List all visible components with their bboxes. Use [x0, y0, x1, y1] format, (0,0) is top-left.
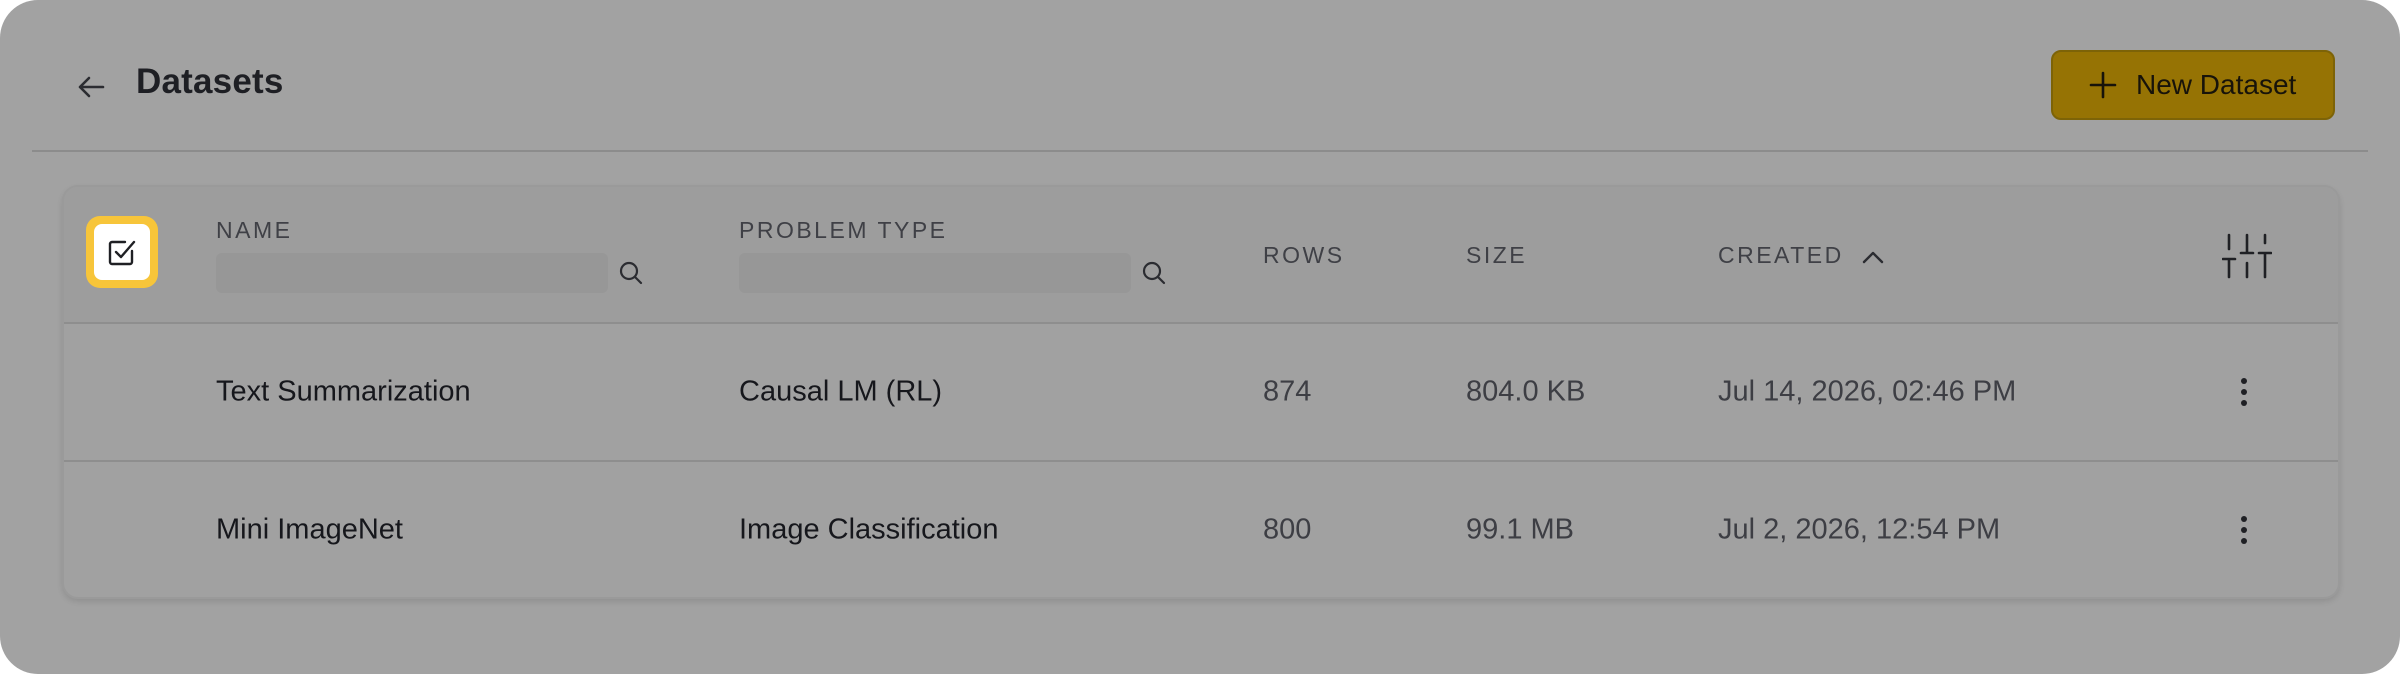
back-button[interactable] — [70, 66, 112, 108]
row-menu-button[interactable] — [2224, 372, 2264, 412]
row-menu-button[interactable] — [2224, 510, 2264, 550]
plus-icon — [2088, 70, 2118, 100]
more-vertical-icon — [2241, 378, 2247, 406]
table-header: NAME PROBLEM TYPE ROWS SIZE CREATED — [64, 187, 2338, 324]
column-header-size[interactable]: SIZE — [1466, 242, 1527, 269]
search-icon[interactable] — [1139, 258, 1169, 288]
new-dataset-button[interactable]: New Dataset — [2051, 50, 2335, 120]
dataset-size: 99.1 MB — [1466, 513, 1574, 546]
datasets-table: NAME PROBLEM TYPE ROWS SIZE CREATED Text… — [62, 185, 2340, 599]
header-divider — [32, 150, 2368, 152]
dataset-rows: 874 — [1263, 375, 1312, 408]
search-icon[interactable] — [616, 258, 646, 288]
select-all-checkbox[interactable] — [86, 216, 158, 288]
dataset-problem-type: Causal LM (RL) — [739, 375, 943, 408]
more-vertical-icon — [2241, 516, 2247, 544]
name-filter-input[interactable] — [216, 253, 608, 293]
table-row[interactable]: Text Summarization Causal LM (RL) 874 80… — [64, 324, 2338, 460]
dataset-problem-type: Image Classification — [739, 513, 999, 546]
checkbox-checked-icon — [108, 240, 136, 266]
column-header-rows[interactable]: ROWS — [1263, 242, 1345, 269]
column-header-problem-type[interactable]: PROBLEM TYPE — [739, 217, 948, 244]
page-header: Datasets New Dataset — [0, 0, 2400, 150]
column-header-created-label: CREATED — [1718, 242, 1844, 268]
column-settings-icon[interactable] — [2222, 231, 2272, 281]
table-row[interactable]: Mini ImageNet Image Classification 800 9… — [64, 460, 2338, 597]
dataset-name: Text Summarization — [216, 375, 471, 408]
dataset-rows: 800 — [1263, 513, 1312, 546]
problem-type-filter-input[interactable] — [739, 253, 1131, 293]
sort-ascending-icon — [1862, 251, 1883, 264]
dataset-created: Jul 14, 2026, 02:46 PM — [1718, 375, 2017, 408]
dataset-size: 804.0 KB — [1466, 375, 1586, 408]
dataset-created: Jul 2, 2026, 12:54 PM — [1718, 513, 2001, 546]
page-title: Datasets — [136, 62, 284, 101]
app-frame: Datasets New Dataset NAME PROBLEM TYPE R… — [0, 0, 2400, 674]
arrow-left-icon — [78, 76, 105, 98]
dataset-name: Mini ImageNet — [216, 513, 403, 546]
column-header-created[interactable]: CREATED — [1718, 242, 1885, 269]
column-header-name[interactable]: NAME — [216, 217, 292, 244]
new-dataset-label: New Dataset — [2136, 69, 2297, 100]
